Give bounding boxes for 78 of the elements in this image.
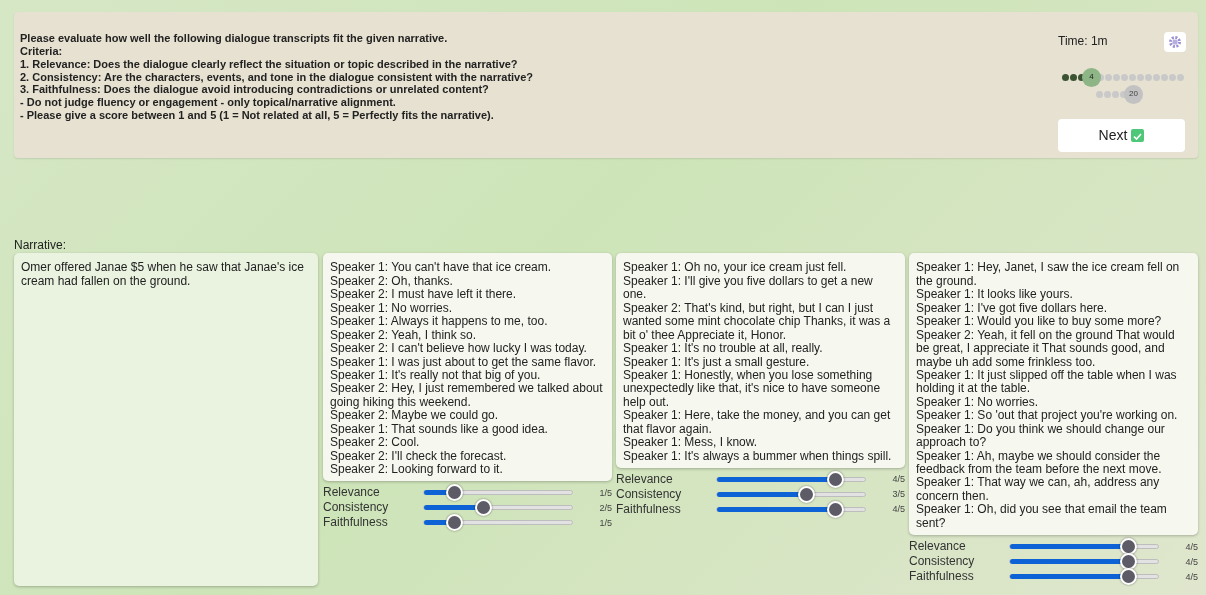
narrative-text: Omer offered Janae $5 when he saw that Janae's ice cream had fallen on the ground. <box>21 261 305 289</box>
rating-value: 4/5 <box>892 474 905 485</box>
dialogue-line: Speaker 1: Mess, I know. <box>623 436 759 450</box>
dialogue-line: Speaker 1: No worries. <box>916 395 1040 410</box>
dialogue-line: Speaker 1: You can't have that ice cream. <box>330 261 553 275</box>
slider-thumb[interactable] <box>1120 568 1138 586</box>
slider-thumb[interactable] <box>445 514 463 532</box>
dialogue-line: Speaker 1: No worries. <box>330 301 454 316</box>
rating-value: 4/5 <box>892 504 905 515</box>
dialogue-line: Speaker 1: Ah, maybe we should consider the feedback from the team before the next move. <box>916 449 1163 477</box>
dialogue-line: Speaker 1: Hey, Janet, I saw the ice cream fell on the ground. <box>916 261 1181 289</box>
slider-thumb[interactable] <box>797 486 815 503</box>
instruction-line: Please evaluate how well the following dialogue transcripts fit the given narrative. <box>20 32 449 45</box>
timer-text: Time: 1m <box>1058 35 1108 49</box>
instruction-line: 3. Faithfulness: Does the dialogue avoid introducing contradictions or unrelated content? <box>20 83 490 97</box>
rating-label: Relevance <box>616 472 674 487</box>
dialogue-line: Speaker 2: Looking forward to it. <box>330 463 504 477</box>
narrative-label: Narrative: <box>14 239 67 253</box>
dialogue-line: Speaker 1: It's really not that big of you. <box>330 368 542 383</box>
dialogue-line: Speaker 1: Do you think we should change our approach to? <box>916 422 1166 450</box>
rating-label: Consistency <box>323 501 390 515</box>
instruction-line: 2. Consistency: Are the characters, events, and tone in the dialogue consistent with the narrative? <box>20 70 535 84</box>
instruction-line: 1. Relevance: Does the dialogue clearly reflect the situation or topic described in the narrative? <box>20 57 519 71</box>
rating-value: 2/5 <box>599 502 612 513</box>
dialogue-line: Speaker 2: Maybe we could go. <box>330 409 500 423</box>
slider-thumb[interactable] <box>1120 538 1138 556</box>
dialogue-line: Speaker 1: Would you like to buy some more? <box>916 315 1163 329</box>
check-icon <box>1131 128 1145 142</box>
dialogue-line: Speaker 2: Hey, I just remembered we talked about going hiking this weekend. <box>330 382 604 410</box>
settings-icon[interactable] <box>1164 32 1186 52</box>
rating-label: Faithfulness <box>616 502 682 517</box>
dialogue-line: Speaker 1: Honestly, when you lose something unexpectedly like that, it's nice to have someone help out. <box>623 368 882 410</box>
dialogue-line: Speaker 1: It's just a small gesture. <box>623 355 810 369</box>
rating-value: 3/5 <box>892 489 905 500</box>
rating-value: 1/5 <box>599 487 612 498</box>
rating-label: Faithfulness <box>323 516 389 530</box>
dialogue-line: Speaker 1: It just slipped off the table when I was holding it at the table. <box>916 368 1178 396</box>
dialogue-line: Speaker 2: I can't believe how lucky I was today. <box>330 342 588 356</box>
dialogue-line: Speaker 2: Cool. <box>330 436 421 450</box>
dialogue-line: Speaker 2: Yeah, I think so. <box>330 328 477 343</box>
slider-thumb[interactable] <box>827 471 845 488</box>
dialogue-line: Speaker 1: Always it happens to me, too. <box>330 315 549 329</box>
dialogue-line: Speaker 2: I'll check the forecast. <box>330 449 508 463</box>
progress-step: 4 <box>1082 68 1101 87</box>
rating-label: Faithfulness <box>909 569 975 584</box>
slider-thumb[interactable] <box>1120 553 1138 571</box>
dialogue-line: Speaker 1: It's always a bummer when things spill. <box>623 449 893 463</box>
dialogue-line: Speaker 2: Yeah, it fell on the ground That would be great, I appreciate it That sounds good, and maybe uh add some frinkless too. <box>916 328 1176 369</box>
rating-value: 4/5 <box>1185 541 1198 552</box>
dialogue-line: Speaker 1: Oh, did you see that email the team sent? <box>916 503 1168 531</box>
dialogue-line: Speaker 1: I've got five dollars here. <box>916 301 1109 316</box>
dialogue-line: Speaker 1: Here, take the money, and you can get that flavor again. <box>623 409 892 437</box>
dialogue-line: Speaker 1: Oh no, your ice cream just fell. <box>623 261 848 275</box>
dialogue-line: Speaker 1: So 'out that project you're working on. <box>916 409 1179 423</box>
dialogue-line: Speaker 1: It's no trouble at all, really. <box>623 342 824 356</box>
rating-label: Relevance <box>909 539 967 554</box>
dialogue-line: Speaker 2: Oh, thanks. <box>330 274 454 289</box>
dialogue-line: Speaker 1: I'll give you five dollars to get a new one. <box>623 274 874 302</box>
slider-thumb[interactable] <box>475 499 493 517</box>
rating-label: Relevance <box>323 486 381 500</box>
rating-value: 1/5 <box>599 517 612 528</box>
slider-thumb[interactable] <box>827 501 845 518</box>
instruction-line: - Please give a score between 1 and 5 (1 = Not related at all, 5 = Perfectly fits the narrative). <box>20 109 495 122</box>
dialogue-line: Speaker 1: That sounds like a good idea. <box>330 422 549 437</box>
instruction-line: - Do not judge fluency or engagement - only topical/narrative alignment. <box>20 96 397 110</box>
progress-step: 20 <box>1124 85 1143 104</box>
rating-value: 4/5 <box>1185 556 1198 567</box>
dialogue-line: Speaker 1: It looks like yours. <box>916 288 1074 302</box>
dialogue-line: Speaker 2: That's kind, but right, but I can I just wanted some mint chocolate chip Thanks, it was a bit o' thee Appreciate it, Honor. <box>623 301 892 343</box>
dialogue-line: Speaker 2: I must have left it there. <box>330 288 518 302</box>
rating-label: Consistency <box>616 487 683 502</box>
rating-label: Consistency <box>909 554 976 569</box>
dialogue-line: Speaker 1: That way we can, ah, address any concern then. <box>916 476 1161 504</box>
slider-thumb[interactable] <box>445 484 463 502</box>
instruction-line: Criteria: <box>20 44 64 58</box>
dialogue-line: Speaker 1: I was just about to get the same flavor. <box>330 355 598 369</box>
rating-value: 4/5 <box>1185 571 1198 582</box>
next-button[interactable]: Next <box>1058 119 1185 152</box>
